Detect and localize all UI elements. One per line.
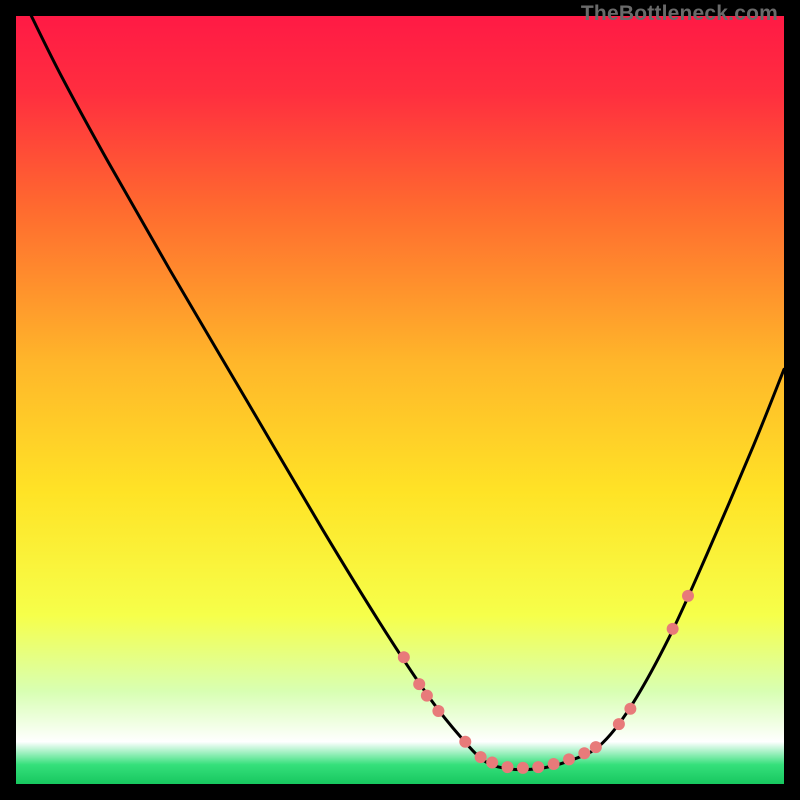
marker-dot	[502, 761, 514, 773]
marker-dot	[682, 590, 694, 602]
bottleneck-plot	[16, 16, 784, 784]
chart-frame	[16, 16, 784, 784]
marker-dot	[563, 753, 575, 765]
marker-dot	[459, 736, 471, 748]
watermark-text: TheBottleneck.com	[581, 2, 778, 26]
marker-dot	[432, 705, 444, 717]
marker-dot	[590, 741, 602, 753]
marker-dot	[532, 761, 544, 773]
plot-background	[16, 16, 784, 784]
marker-dot	[624, 703, 636, 715]
marker-dot	[613, 718, 625, 730]
marker-dot	[398, 651, 410, 663]
marker-dot	[517, 762, 529, 774]
marker-dot	[475, 751, 487, 763]
marker-dot	[667, 623, 679, 635]
marker-dot	[548, 758, 560, 770]
marker-dot	[421, 690, 433, 702]
marker-dot	[486, 756, 498, 768]
marker-dot	[578, 747, 590, 759]
marker-dot	[413, 678, 425, 690]
